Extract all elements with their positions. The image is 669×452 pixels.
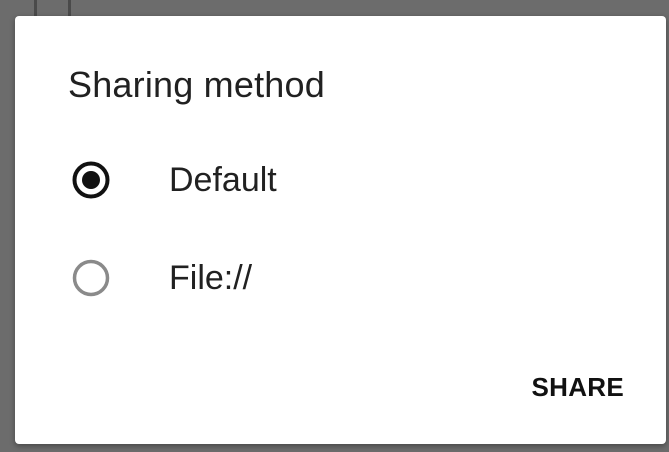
radio-option-label: Default: [169, 161, 277, 199]
background-divider: [34, 0, 37, 16]
radio-option-default[interactable]: Default: [55, 144, 615, 216]
dimmed-background[interactable]: Sharing method Default File:// SHARE: [0, 0, 669, 452]
radio-selected-icon[interactable]: [71, 160, 111, 200]
background-divider: [68, 0, 71, 16]
radio-option-label: File://: [169, 259, 253, 297]
dialog-title: Sharing method: [68, 64, 325, 105]
sharing-method-dialog: Sharing method Default File:// SHARE: [15, 16, 666, 444]
share-button[interactable]: SHARE: [523, 364, 632, 411]
radio-unselected-icon[interactable]: [71, 258, 111, 298]
radio-option-file[interactable]: File://: [55, 242, 615, 314]
